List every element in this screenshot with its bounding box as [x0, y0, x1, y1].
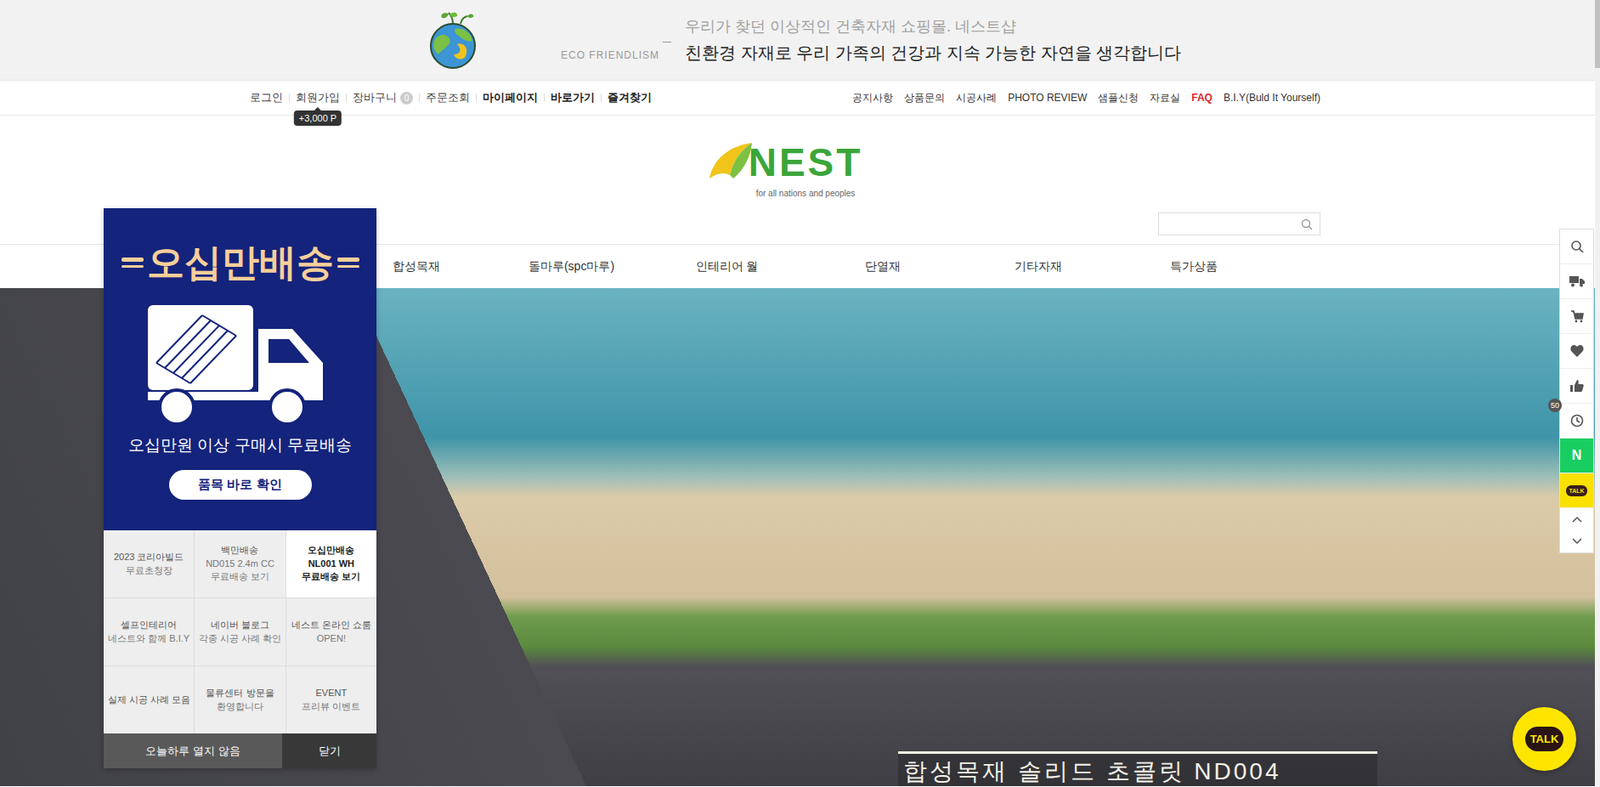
- nav-separator: [543, 93, 545, 102]
- info-link[interactable]: 공지사항: [852, 90, 894, 106]
- info-link[interactable]: 시공사례: [955, 90, 997, 106]
- tagline-line: [662, 41, 672, 43]
- popup-tile[interactable]: 물류센터 방문을환영합니다: [194, 666, 285, 734]
- globe-logo-icon[interactable]: [423, 10, 483, 70]
- chevron-up-icon: [1571, 515, 1583, 523]
- popup-tile[interactable]: 셀프인테리어네스트와 함께 B.I.Y: [103, 598, 194, 666]
- thumbs-up-icon: [1570, 378, 1584, 393]
- info-link[interactable]: PHOTO REVIEW: [1007, 91, 1087, 104]
- kakao-bubble: TALK: [1566, 485, 1587, 497]
- info-link[interactable]: 샘플신청: [1097, 90, 1139, 106]
- clock-icon: [1570, 413, 1584, 428]
- cart-count-badge: 0: [400, 91, 413, 105]
- banner-headline: 우리가 찾던 이상적인 건축자재 쇼핑몰. 네스트샵: [684, 16, 1182, 37]
- popup-tile[interactable]: 네스트 온라인 쇼룸OPEN!: [286, 598, 377, 666]
- nest-logo[interactable]: NESTfor all nations and peoples: [707, 115, 864, 244]
- account-link[interactable]: 회원가입+3,000 P: [295, 90, 340, 106]
- hero-caption[interactable]: 합성목재 솔리드 초콜릿 ND004: [898, 751, 1378, 786]
- info-link[interactable]: FAQ: [1191, 91, 1213, 104]
- scrollbar-thumb[interactable]: [1594, 0, 1600, 68]
- info-link[interactable]: B.I.Y(Buld It Yourself): [1223, 91, 1321, 104]
- wishlist-button[interactable]: [1560, 333, 1594, 369]
- category-item[interactable]: 단열재: [804, 259, 961, 275]
- popup-tile[interactable]: 실제 시공 사례 모음: [103, 666, 194, 734]
- chevron-down-icon: [1571, 537, 1583, 545]
- like-button[interactable]: [1560, 368, 1594, 404]
- nav-separator: [345, 93, 347, 102]
- account-link[interactable]: 즐겨찾기: [607, 90, 652, 106]
- popup-footer: 오늘하루 열지 않음닫기: [103, 733, 377, 769]
- search-input[interactable]: [1165, 217, 1301, 232]
- truck-icon: [142, 303, 339, 426]
- popup-title: 오십만배송: [121, 238, 360, 287]
- top-nav: 로그인 회원가입+3,000 P 장바구니0 주문조회 마이페이지 바로가기 즐겨찾기 공지사…: [0, 79, 1600, 116]
- recent-button[interactable]: 50: [1560, 403, 1594, 439]
- dismiss-today-button[interactable]: 오늘하루 열지 않음: [103, 733, 283, 769]
- close-button[interactable]: 닫기: [282, 733, 377, 769]
- popup-tiles: 2023 코리아빌드무료초청장백만배송ND015 2.4m CC무료배송 보기오…: [103, 530, 377, 734]
- delivery-button[interactable]: [1560, 264, 1594, 300]
- down-button[interactable]: [1560, 530, 1594, 553]
- search-button[interactable]: [1560, 229, 1594, 265]
- popup-description: 오십만원 이상 구매시 무료배송: [128, 434, 352, 457]
- popup-tile[interactable]: 네이버 블로그각종 시공 사례 확인: [194, 598, 285, 666]
- account-link[interactable]: 장바구니0: [352, 90, 413, 106]
- banner-subheadline: 친환경 자재로 우리 가족의 건강과 지속 가능한 자연을 생각합니다: [684, 41, 1182, 65]
- nav-separator: [288, 93, 290, 102]
- info-link[interactable]: 상품문의: [904, 90, 945, 106]
- account-link[interactable]: 바로가기: [550, 90, 595, 106]
- category-item[interactable]: 특가상품: [1115, 259, 1272, 275]
- info-link[interactable]: 자료실: [1149, 90, 1181, 106]
- up-button[interactable]: [1560, 508, 1594, 531]
- quick-menu: 50N TALK: [1559, 228, 1595, 554]
- nav-separator: [600, 93, 602, 102]
- search-icon[interactable]: [1300, 218, 1313, 231]
- title-deco: [337, 257, 360, 268]
- category-item[interactable]: 인테리어 월: [649, 259, 805, 275]
- banner-text: 우리가 찾던 이상적인 건축자재 쇼핑몰. 네스트샵친환경 자재로 우리 가족의…: [684, 16, 1182, 65]
- account-link[interactable]: 로그인: [249, 90, 283, 106]
- chat-bubble: TALK: [1525, 726, 1565, 752]
- kakao-chat-button[interactable]: TALK: [1512, 706, 1577, 771]
- kakao-button[interactable]: TALK: [1560, 473, 1594, 509]
- title-deco: [121, 257, 144, 268]
- leaf-icon: [707, 141, 756, 184]
- account-link[interactable]: 주문조회: [425, 90, 470, 106]
- category-item[interactable]: 기타자재: [960, 259, 1116, 275]
- heart-icon: [1570, 344, 1584, 357]
- truck-icon: [1569, 275, 1585, 288]
- popup-banner[interactable]: 오십만배송오십만원 이상 구매시 무료배송품목 바로 확인: [103, 208, 377, 531]
- eco-tagline: ECO FRIENDLISM: [560, 19, 660, 62]
- info-links: 공지사항 상품문의 시공사례 PHOTO REVIEW 샘플신청 자료실 FAQ B.I.Y(…: [852, 90, 1321, 106]
- popup-tile[interactable]: EVENT프리뷰 이벤트: [286, 666, 377, 734]
- check-items-button[interactable]: 품목 바로 확인: [169, 469, 312, 500]
- promo-popup: 오십만배송오십만원 이상 구매시 무료배송품목 바로 확인2023 코리아빌드무…: [103, 208, 377, 769]
- search-box[interactable]: [1158, 212, 1321, 236]
- popup-tile[interactable]: 2023 코리아빌드무료초청장: [103, 530, 194, 598]
- category-item[interactable]: 돌마루(spc마루): [493, 259, 650, 275]
- popup-tile[interactable]: 오십만배송NL001 WH무료배송 보기: [286, 530, 377, 598]
- account-link[interactable]: 마이페이지: [482, 90, 538, 106]
- nav-separator: [418, 93, 420, 102]
- account-links: 로그인 회원가입+3,000 P 장바구니0 주문조회 마이페이지 바로가기 즐겨찾기: [249, 90, 652, 106]
- nav-separator: [475, 93, 477, 102]
- popup-tile[interactable]: 백만배송ND015 2.4m CC무료배송 보기: [194, 530, 285, 598]
- top-banner: ECO FRIENDLISM 우리가 찾던 이상적인 건축자재 쇼핑몰. 네스트샵…: [0, 0, 1600, 80]
- search-icon: [1570, 239, 1584, 254]
- page: ECO FRIENDLISM 우리가 찾던 이상적인 건축자재 쇼핑몰. 네스트샵…: [0, 0, 1600, 787]
- recent-count-badge: 50: [1548, 398, 1562, 413]
- scrollbar[interactable]: [1594, 0, 1600, 787]
- naver-button[interactable]: N: [1560, 438, 1594, 474]
- cart-icon: [1570, 309, 1584, 323]
- points-tooltip: +3,000 P: [293, 110, 342, 126]
- cart-button[interactable]: [1560, 299, 1594, 334]
